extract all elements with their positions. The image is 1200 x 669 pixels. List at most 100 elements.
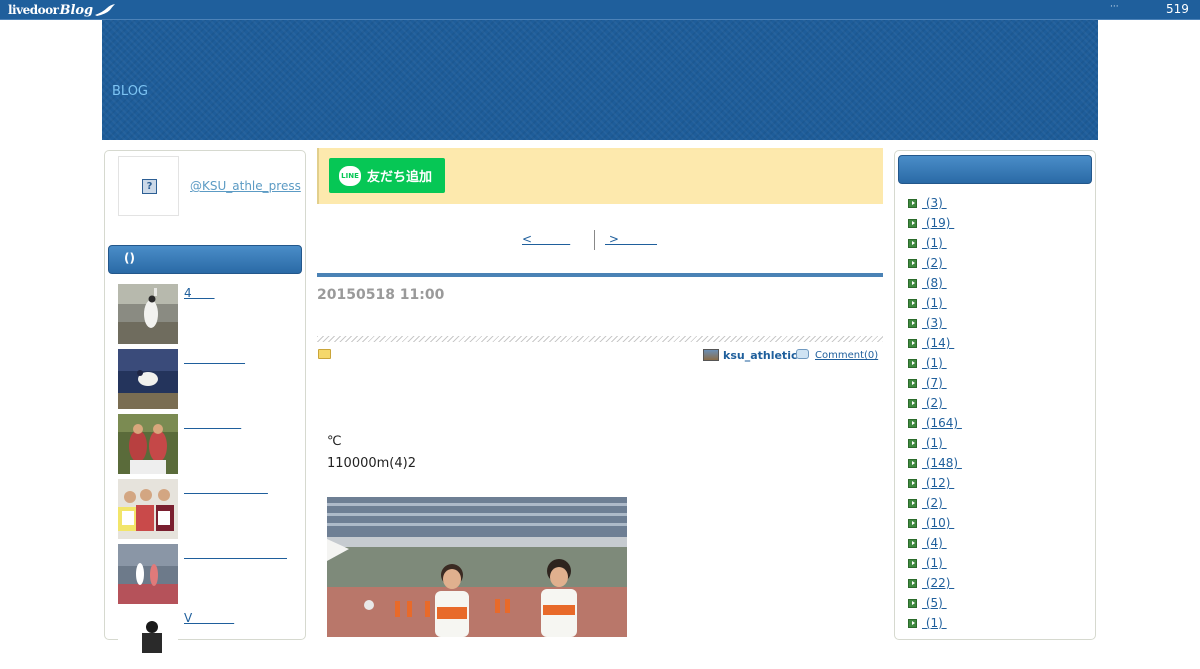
folder-icon[interactable] <box>318 349 331 359</box>
recent-post-link[interactable]: V <box>184 611 234 625</box>
race-photo[interactable] <box>327 497 627 637</box>
category-link[interactable]: (12) <box>922 476 954 490</box>
category-link[interactable]: (19) <box>922 216 954 230</box>
category-item[interactable]: (2) <box>908 396 947 410</box>
category-link[interactable]: (1) <box>922 436 947 450</box>
category-item[interactable]: (1) <box>908 616 947 630</box>
right-sidebar: (3) (19) (1) (2) (8) (1) (3) (14) (1) (7… <box>894 150 1096 640</box>
category-item[interactable]: (7) <box>908 376 947 390</box>
category-link[interactable]: (3) <box>922 196 947 210</box>
recent-post-item[interactable]: V <box>118 609 298 669</box>
arrow-bullet-icon <box>908 258 917 268</box>
category-item[interactable]: (148) <box>908 456 962 470</box>
arrow-bullet-icon <box>908 418 917 428</box>
recent-post-item[interactable] <box>118 479 298 539</box>
line-add-friend-label: 友だち追加 <box>367 170 433 185</box>
twitter-account-link[interactable]: @KSU_athle_press <box>190 179 301 193</box>
blog-title-link[interactable]: BLOG <box>112 84 148 99</box>
pager-divider <box>594 230 595 250</box>
category-item[interactable]: (5) <box>908 596 947 610</box>
recent-post-link[interactable] <box>184 546 287 560</box>
category-link[interactable]: (10) <box>922 516 954 530</box>
category-link[interactable]: (4) <box>922 536 947 550</box>
category-item[interactable]: (2) <box>908 256 947 270</box>
post-author[interactable]: ksu_athletic <box>723 349 798 362</box>
recent-post-link[interactable]: 4 <box>184 286 215 300</box>
category-link[interactable]: (1) <box>922 556 947 570</box>
livedoor-blog-logo[interactable]: livedoor Blog <box>8 1 116 19</box>
recent-posts-heading: () <box>108 245 302 274</box>
category-item[interactable]: (4) <box>908 536 947 550</box>
arrow-bullet-icon <box>908 598 917 608</box>
category-item[interactable]: (10) <box>908 516 954 530</box>
logo-script: Blog <box>59 2 94 18</box>
category-item[interactable]: (1) <box>908 296 947 310</box>
category-item[interactable]: (164) <box>908 416 962 430</box>
arrow-bullet-icon <box>908 578 917 588</box>
category-link[interactable]: (148) <box>922 456 962 470</box>
category-link[interactable]: (5) <box>922 596 947 610</box>
recent-post-link[interactable] <box>184 481 268 495</box>
category-link[interactable]: (7) <box>922 376 947 390</box>
line-icon: LINE <box>339 165 361 186</box>
category-item[interactable]: (22) <box>908 576 954 590</box>
category-item[interactable]: (1) <box>908 356 947 370</box>
post-thumbnail-person <box>118 609 178 669</box>
category-item[interactable]: (1) <box>908 236 947 250</box>
recent-post-item[interactable] <box>118 544 298 604</box>
logo-wordmark: livedoor <box>8 3 59 17</box>
recent-post-item[interactable] <box>118 414 298 474</box>
category-link[interactable]: (2) <box>922 496 947 510</box>
arrow-bullet-icon <box>908 438 917 448</box>
category-item[interactable]: (1) <box>908 556 947 570</box>
arrow-bullet-icon <box>908 558 917 568</box>
arrow-bullet-icon <box>908 478 917 488</box>
profile-avatar[interactable]: ? <box>118 156 179 216</box>
comment-icon <box>796 349 809 359</box>
post-thumbnail-track-race <box>118 544 178 604</box>
category-item[interactable]: (12) <box>908 476 954 490</box>
category-item[interactable]: (19) <box>908 216 954 230</box>
arrow-bullet-icon <box>908 518 917 528</box>
category-link[interactable]: (1) <box>922 236 947 250</box>
category-item[interactable]: (14) <box>908 336 954 350</box>
line-friend-banner: LINE 友だち追加 <box>317 148 883 204</box>
category-item[interactable]: (2) <box>908 496 947 510</box>
post-thumbnail-batter <box>118 349 178 409</box>
category-link[interactable]: (22) <box>922 576 954 590</box>
livedoor-topbar: livedoor Blog ··· 519 <box>0 0 1200 20</box>
line-add-friend-button[interactable]: LINE 友だち追加 <box>329 158 445 193</box>
arrow-bullet-icon <box>908 538 917 548</box>
category-link[interactable]: (164) <box>922 416 962 430</box>
topbar-menu-dots[interactable]: ··· <box>1110 2 1119 12</box>
arrow-bullet-icon <box>908 498 917 508</box>
category-link[interactable]: (1) <box>922 296 947 310</box>
post-body-temperature: ℃ <box>327 434 342 449</box>
category-link[interactable]: (1) <box>922 356 947 370</box>
category-link[interactable]: (3) <box>922 316 947 330</box>
category-item[interactable]: (1) <box>908 436 947 450</box>
comment-count-link[interactable]: Comment(0) <box>815 350 878 361</box>
post-thumbnail-pitcher <box>118 284 178 344</box>
category-link[interactable]: (1) <box>922 616 947 630</box>
next-post-link[interactable]: > <box>605 232 657 246</box>
arrow-bullet-icon <box>908 238 917 248</box>
recent-post-item[interactable]: 4 <box>118 284 298 344</box>
post-thumbnail-runners-hug <box>118 414 178 474</box>
category-link[interactable]: (8) <box>922 276 947 290</box>
recent-post-link[interactable] <box>184 416 241 430</box>
category-item[interactable]: (3) <box>908 316 947 330</box>
previous-post-link[interactable]: < <box>522 232 570 246</box>
arrow-bullet-icon <box>908 378 917 388</box>
broken-image-icon: ? <box>142 179 157 194</box>
category-link[interactable]: (2) <box>922 256 947 270</box>
arrow-bullet-icon <box>908 278 917 288</box>
recent-post-item[interactable] <box>118 349 298 409</box>
arrow-bullet-icon <box>908 398 917 408</box>
arrow-bullet-icon <box>908 298 917 308</box>
category-item[interactable]: (3) <box>908 196 947 210</box>
recent-post-link[interactable] <box>184 351 245 365</box>
category-item[interactable]: (8) <box>908 276 947 290</box>
category-link[interactable]: (2) <box>922 396 947 410</box>
category-link[interactable]: (14) <box>922 336 954 350</box>
